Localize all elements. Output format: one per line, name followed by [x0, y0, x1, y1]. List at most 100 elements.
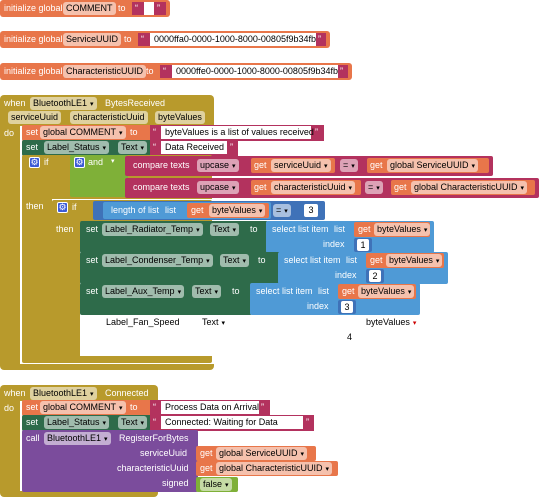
param-bytevalues[interactable]: byteValues — [155, 111, 205, 124]
get-serviceuuid-block[interactable]: get serviceUuid ▾ — [251, 158, 335, 173]
gear-icon[interactable]: ⚙ — [57, 202, 68, 213]
var-dropdown[interactable]: serviceUuid ▾ — [271, 159, 331, 172]
component-dropdown[interactable]: Label_Aux_Temp ▾ — [102, 285, 185, 298]
get-global-serviceuuid-block[interactable]: get global ServiceUUID ▾ — [196, 446, 316, 461]
empty-text-block[interactable]: “ ” — [132, 2, 166, 15]
get-global-characteristicuuid-block[interactable]: get global CharacteristicUUID ▾ — [391, 180, 535, 195]
status-text-block-2[interactable]: “ Connected: Waiting for Data ” — [150, 415, 314, 431]
get-bytevalues-block[interactable]: get byteValues ▾ — [366, 253, 444, 268]
property-dropdown[interactable]: Text ▾ — [220, 254, 250, 267]
status-value[interactable]: Connected: Waiting for Data — [161, 416, 303, 429]
number-block[interactable]: 3 — [338, 300, 356, 314]
serviceuuid-value[interactable]: 0000ffa0-0000-1000-8000-00805f9b34fb — [150, 33, 316, 46]
get-global-serviceuuid-block[interactable]: get global ServiceUUID ▾ — [367, 158, 489, 173]
component-dropdown[interactable]: Label_Status ▾ — [44, 141, 110, 154]
to-label: to — [232, 286, 240, 296]
equals-dropdown[interactable]: = ▾ — [273, 204, 291, 217]
comment-value[interactable]: byteValues is a list of values received — [161, 126, 314, 139]
set-comment-block[interactable]: set global COMMENT ▾ to — [22, 125, 152, 141]
property-dropdown[interactable]: Text ▾ — [192, 285, 222, 298]
status-text-block[interactable]: “ Data Received ” — [150, 140, 238, 156]
comment-text-block-2[interactable]: “ Process Data on Arrival ” — [150, 400, 270, 416]
var-dropdown[interactable]: byteValues ▾ — [209, 204, 266, 217]
component-dropdown[interactable]: BluetoothLE1 ▾ — [30, 387, 97, 400]
select-list-item-block-1[interactable]: select list item list get byteValues ▾ in… — [266, 221, 434, 253]
get-bytevalues-block[interactable]: get byteValues ▾ — [187, 203, 269, 218]
number-block[interactable]: 2 — [366, 269, 384, 283]
status-value[interactable]: Data Received — [161, 141, 227, 154]
component-dropdown[interactable]: BluetoothLE1 ▾ — [44, 432, 111, 445]
component-dropdown[interactable]: Label_Status ▾ — [44, 416, 110, 429]
property-dropdown[interactable]: Text ▾ — [210, 223, 240, 236]
upcase-dropdown[interactable]: upcase ▾ — [197, 181, 239, 194]
equals-dropdown[interactable]: = ▾ — [365, 181, 383, 194]
text-block[interactable]: “ 0000ffe0-0000-1000-8000-00805f9b34fb ” — [160, 65, 348, 78]
var-dropdown[interactable]: characteristicUuid ▾ — [271, 181, 356, 194]
length-of-list-block[interactable]: length of list list get byteValues ▾ — [103, 202, 271, 219]
set-aux-block[interactable]: set Label_Aux_Temp ▾ Text ▾ to — [80, 283, 252, 315]
property-dropdown[interactable]: Text ▾ — [118, 416, 148, 429]
var-dropdown[interactable]: global COMMENT ▾ — [40, 401, 126, 414]
compare-texts-block-2[interactable]: compare texts upcase ▾ get characteristic… — [125, 178, 539, 198]
gear-icon[interactable]: ⚙ — [74, 157, 85, 168]
global-name-field[interactable]: COMMENT — [63, 2, 116, 15]
disabled-fan-speed-row[interactable]: Label_Fan_Speed Text ▾ byteValues ▾ 4 — [80, 314, 440, 346]
number-value[interactable]: 3 — [341, 301, 353, 313]
var-dropdown[interactable]: byteValues ▾ — [386, 254, 443, 267]
characteristicuuid-value[interactable]: 0000ffe0-0000-1000-8000-00805f9b34fb — [172, 65, 338, 78]
var-dropdown[interactable]: byteValues ▾ — [374, 223, 431, 236]
param-characteristicuuid[interactable]: characteristicUuid — [70, 111, 148, 124]
get-bytevalues-block[interactable]: get byteValues ▾ — [338, 284, 416, 299]
set-condenser-block[interactable]: set Label_Condenser_Temp ▾ Text ▾ to — [80, 252, 280, 284]
set-status-block[interactable]: set Label_Status▾ Text▾ to — [22, 140, 164, 156]
quote-open-icon: “ — [141, 34, 144, 44]
var-dropdown[interactable]: global ServiceUUID ▾ — [216, 447, 308, 460]
var-text: global ServiceUUID — [219, 448, 298, 458]
select-list-item-block-2[interactable]: select list item list get byteValues ▾ in… — [278, 252, 448, 284]
get-global-characteristicuuid-block[interactable]: get global CharacteristicUUID ▾ — [196, 461, 338, 476]
get-label: get — [342, 286, 355, 296]
global-name-field[interactable]: ServiceUUID — [63, 33, 122, 46]
boolean-dropdown[interactable]: false ▾ — [200, 478, 232, 491]
false-block[interactable]: false ▾ — [196, 477, 238, 492]
comment-text-block[interactable]: “ byteValues is a list of values receive… — [150, 125, 324, 141]
and-block[interactable]: ⚙ and ▾ — [70, 155, 128, 197]
number-value[interactable]: 1 — [357, 239, 369, 251]
var-text: global CharacteristicUUID — [414, 182, 518, 192]
var-dropdown[interactable]: global COMMENT ▾ — [40, 126, 126, 139]
empty-text-value[interactable] — [144, 2, 154, 15]
global-comment-block[interactable]: initialize global COMMENT to “ ” — [0, 0, 170, 17]
component-dropdown[interactable]: Label_Radiator_Temp ▾ — [102, 223, 203, 236]
var-text: byteValues — [361, 286, 405, 296]
dropdown-icon: ▾ — [300, 451, 305, 458]
var-dropdown[interactable]: global CharacteristicUUID ▾ — [216, 462, 333, 475]
equals-dropdown[interactable]: = ▾ — [340, 159, 358, 172]
compare-texts-block-1[interactable]: compare texts upcase ▾ get serviceUuid ▾ =… — [125, 156, 493, 176]
global-name-field[interactable]: CharacteristicUUID — [63, 65, 147, 78]
dropdown-icon: ▾ — [140, 420, 145, 427]
global-characteristicuuid-block[interactable]: initialize global CharacteristicUUID to … — [0, 63, 352, 80]
component-dropdown[interactable]: BluetoothLE1 ▾ — [30, 97, 97, 110]
number-value[interactable]: 3 — [304, 204, 318, 217]
select-list-item-block-3[interactable]: select list item list get byteValues ▾ in… — [250, 283, 420, 315]
call-register-block[interactable]: call BluetoothLE1 ▾ RegisterForBytes serv… — [22, 430, 198, 492]
var-dropdown[interactable]: global ServiceUUID ▾ — [387, 159, 479, 172]
component-dropdown[interactable]: Label_Condenser_Temp ▾ — [102, 254, 213, 267]
upcase-dropdown[interactable]: upcase ▾ — [197, 159, 239, 172]
set-status-block-2[interactable]: set Label_Status▾ Text▾ to — [22, 415, 164, 431]
text-block[interactable]: “ 0000ffa0-0000-1000-8000-00805f9b34fb ” — [138, 33, 326, 46]
number-value[interactable]: 2 — [369, 270, 381, 282]
gear-icon[interactable]: ⚙ — [29, 157, 40, 168]
comment-value[interactable]: Process Data on Arrival — [161, 401, 259, 414]
list-label: list — [346, 255, 357, 265]
get-bytevalues-block[interactable]: get byteValues ▾ — [354, 222, 431, 237]
set-comment-block-2[interactable]: set global COMMENT ▾ to — [22, 400, 152, 416]
get-characteristicuuid-block[interactable]: get characteristicUuid ▾ — [251, 180, 361, 195]
property-dropdown[interactable]: Text ▾ — [118, 141, 148, 154]
set-radiator-block[interactable]: set Label_Radiator_Temp ▾ Text ▾ to — [80, 221, 268, 253]
param-serviceuuid[interactable]: serviceUuid — [8, 111, 62, 124]
global-serviceuuid-block[interactable]: initialize global ServiceUUID to “ 0000f… — [0, 31, 330, 48]
number-block[interactable]: 1 — [354, 238, 372, 252]
var-dropdown[interactable]: byteValues ▾ — [358, 285, 415, 298]
var-dropdown[interactable]: global CharacteristicUUID ▾ — [411, 181, 528, 194]
